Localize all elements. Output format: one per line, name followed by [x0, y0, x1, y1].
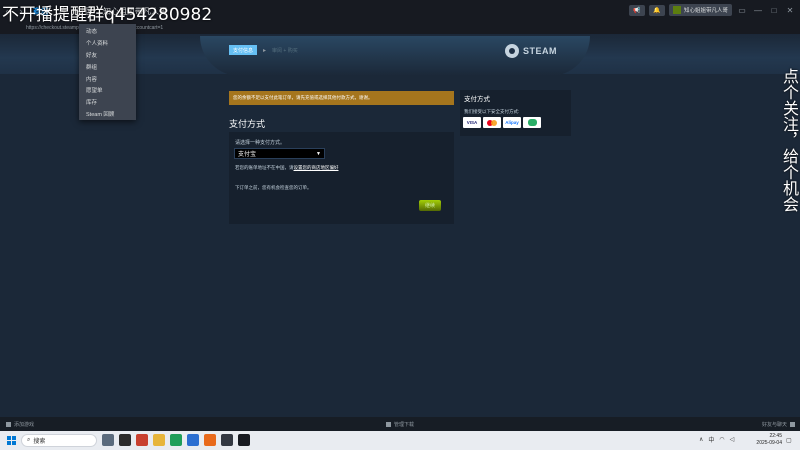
store-region-link[interactable]: 设置您的商店地区偏好	[294, 165, 339, 170]
tray-chevron-icon[interactable]: ∧	[699, 436, 703, 443]
friends-label: 好友与聊天	[762, 422, 788, 428]
side-description: 我们接受以下安全支付方式:	[464, 109, 520, 114]
minimize-icon[interactable]: —	[752, 6, 764, 15]
app-icon[interactable]	[102, 434, 114, 446]
region-note-prefix: 若您的账单地址不在中国，请	[235, 165, 294, 170]
payment-method-value: 支付宝	[238, 152, 257, 158]
page-title: 支付方式	[229, 119, 266, 129]
menu-item-activity[interactable]: 动态	[79, 25, 136, 37]
menu-item-inventory[interactable]: 库存	[79, 96, 136, 108]
file-explorer-icon[interactable]	[153, 434, 165, 446]
stream-overlay-top-text: 不开播提醒群q454280982	[2, 5, 213, 25]
menu-item-friends[interactable]: 好友	[79, 49, 136, 61]
steam-logo-icon	[505, 44, 519, 58]
input-language[interactable]: 中	[708, 435, 714, 444]
payment-method-select[interactable]: 支付宝 ▼	[234, 148, 325, 159]
avatar	[672, 6, 681, 14]
manage-downloads-button[interactable]: 管理下载	[386, 421, 414, 428]
alipay-icon: Alipay	[503, 117, 521, 128]
region-note: 若您的账单地址不在中国，请设置您的商店地区偏好	[235, 165, 339, 171]
wechat-pay-icon	[523, 117, 541, 128]
chevron-down-icon: ▼	[316, 150, 321, 157]
order-note: 下订单之前，您有机会检查您的订单。	[235, 185, 312, 190]
volume-icon[interactable]: ◁	[730, 436, 735, 443]
app-icon[interactable]	[221, 434, 233, 446]
windows-start-icon[interactable]	[7, 436, 16, 445]
add-game-button[interactable]: 添加游戏	[6, 421, 34, 428]
side-title: 支付方式	[464, 96, 490, 103]
menu-item-content[interactable]: 内容	[79, 73, 136, 85]
mastercard-icon	[483, 117, 501, 128]
steam-bottom-bar: 添加游戏 管理下载 好友与聊天	[0, 417, 800, 431]
search-icon: ⌕	[27, 437, 31, 443]
system-tray: ∧ 中 ◠ ◁	[699, 435, 734, 444]
menu-item-groups[interactable]: 群组	[79, 61, 136, 73]
warning-text: 您的余额不足以支付此笔订单，请先充值或选择其他付款方式，谢谢。	[233, 95, 373, 100]
user-account-button[interactable]: 知心姐姐带凡人哥	[668, 4, 732, 16]
downloads-label: 管理下载	[394, 422, 415, 428]
steam-logo: STEAM	[505, 44, 557, 58]
notification-bell-icon[interactable]: 🔔	[648, 4, 665, 16]
app-icon[interactable]	[187, 434, 199, 446]
accepted-payment-panel: 支付方式 我们接受以下安全支付方式: VISA Alipay	[460, 90, 571, 136]
username-label: 知心姐姐带凡人哥	[683, 8, 728, 14]
add-game-label: 添加游戏	[14, 422, 35, 428]
app-icon[interactable]	[136, 434, 148, 446]
chat-icon	[790, 422, 796, 427]
search-placeholder: 搜索	[33, 439, 46, 445]
step-payment-info: 支付信息	[229, 45, 258, 55]
payment-cards: VISA Alipay	[463, 117, 541, 128]
step-arrow-icon: ▸	[263, 47, 267, 54]
payment-prompt: 请选择一种支付方式。	[235, 140, 286, 146]
visa-icon: VISA	[463, 117, 481, 128]
maximize-icon[interactable]: □	[768, 6, 780, 15]
balance-warning: 您的余额不足以支付此笔订单，请先充值或选择其他付款方式，谢谢。	[229, 91, 454, 105]
clock-date: 2025-09-04	[756, 440, 782, 446]
plus-icon	[6, 422, 11, 427]
top-right-controls: 📢 🔔 知心姐姐带凡人哥 ▭ — □ ✕	[628, 3, 796, 17]
friends-chat-button[interactable]: 好友与聊天	[762, 421, 796, 428]
download-icon	[386, 422, 391, 427]
profile-dropdown-menu: 动态 个人资料 好友 群组 内容 愿望单 库存 Steam 回顾	[79, 24, 136, 120]
taskbar-search[interactable]: ⌕ 搜索	[21, 434, 97, 447]
app-icon[interactable]	[204, 434, 216, 446]
notification-icon[interactable]: ▢	[786, 437, 792, 444]
stream-overlay-side-text: 点个关注，给个机会	[780, 68, 799, 212]
steam-logo-text: STEAM	[523, 46, 557, 56]
app-icon[interactable]	[119, 434, 131, 446]
edge-browser-icon[interactable]	[170, 434, 182, 446]
broadcast-icon[interactable]: 📢	[628, 4, 645, 16]
close-icon[interactable]: ✕	[784, 6, 796, 15]
checkout-steps: 支付信息 ▸ 审阅 + 购买	[229, 45, 298, 55]
taskbar-clock[interactable]: 22:45 2025-09-04	[756, 433, 782, 447]
windows-taskbar: ⌕ 搜索 ∧ 中 ◠ ◁ 22:45 2025-09-04 ▢	[0, 431, 800, 450]
menu-item-profile[interactable]: 个人资料	[79, 37, 136, 49]
steam-icon[interactable]	[238, 434, 250, 446]
payment-method-panel: 请选择一种支付方式。 支付宝 ▼ 若您的账单地址不在中国，请设置您的商店地区偏好…	[229, 132, 454, 224]
menu-item-wishlist[interactable]: 愿望单	[79, 84, 136, 96]
wifi-icon[interactable]: ◠	[719, 436, 724, 443]
taskbar-apps	[102, 434, 250, 446]
step-review-purchase: 审阅 + 购买	[272, 47, 298, 54]
clock-time: 22:45	[769, 433, 782, 439]
big-picture-icon[interactable]: ▭	[736, 6, 748, 15]
menu-item-steam-replay[interactable]: Steam 回顾	[79, 108, 136, 120]
continue-button[interactable]: 继续	[419, 200, 441, 211]
